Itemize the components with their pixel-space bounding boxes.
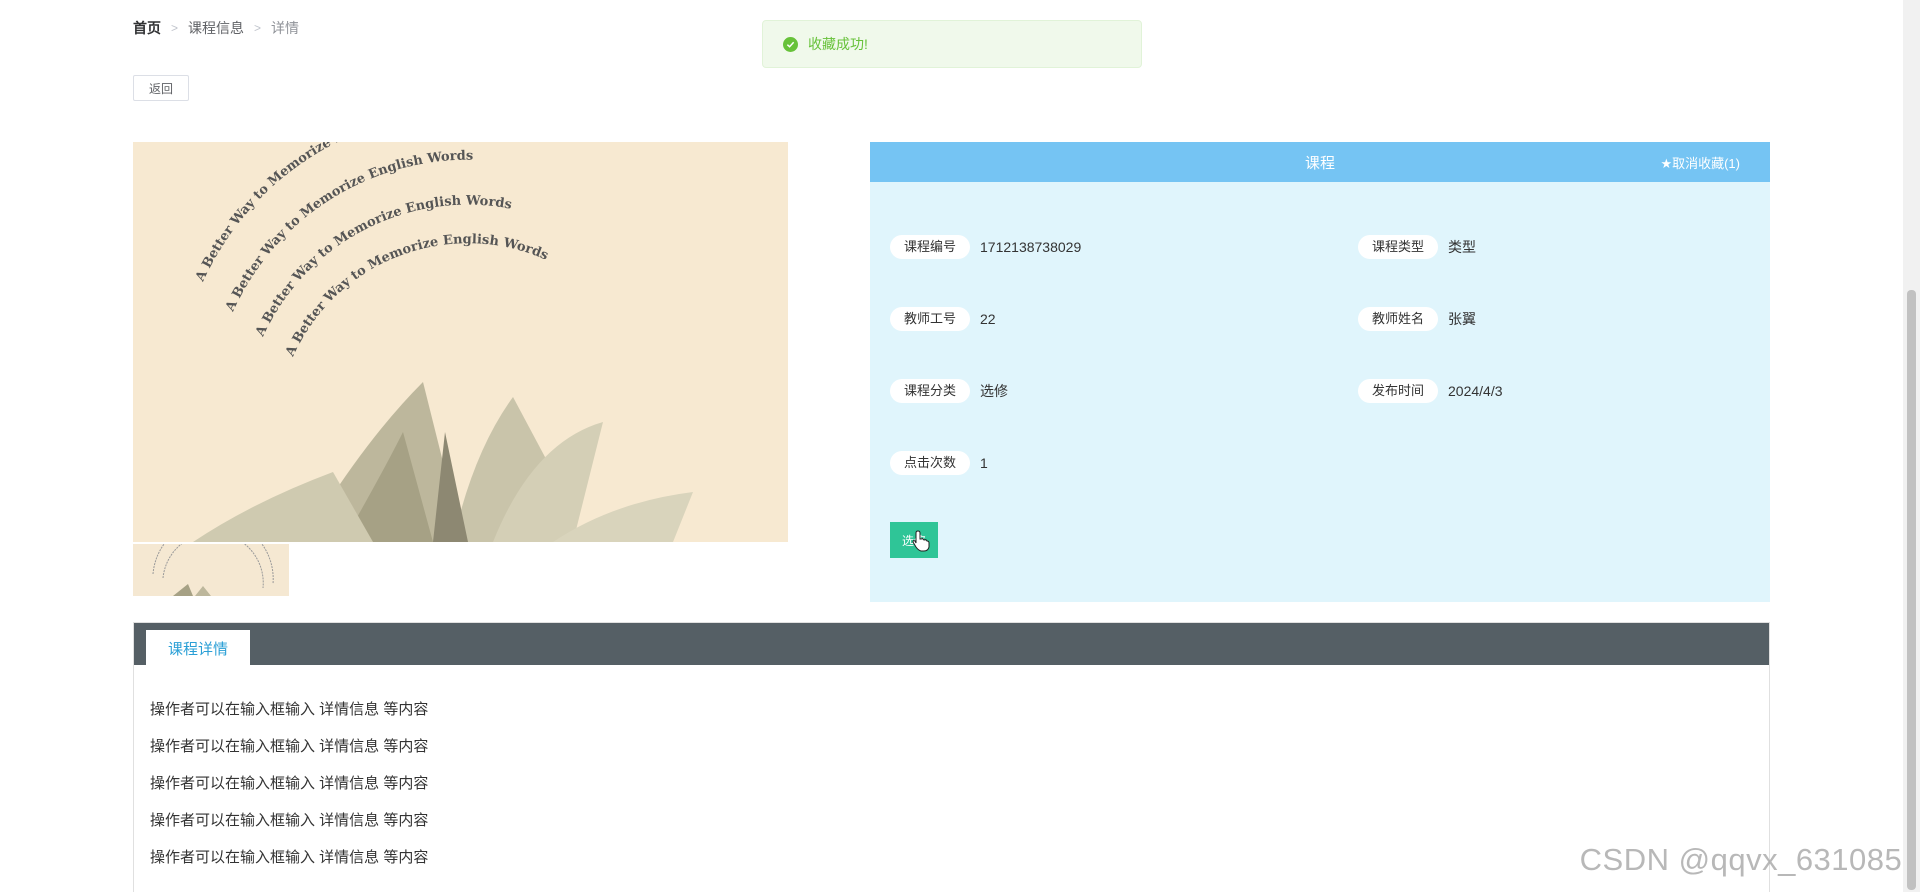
- breadcrumb-course-info[interactable]: 课程信息: [188, 18, 244, 38]
- field-label: 课程编号: [890, 235, 971, 259]
- hand-cursor-icon: [912, 530, 930, 552]
- field-label: 教师工号: [890, 307, 971, 331]
- field-clicks: 点击次数 1: [890, 451, 988, 475]
- tab-course-detail[interactable]: 课程详情: [146, 630, 250, 666]
- detail-line: 操作者可以在输入框输入 详情信息 等内容: [150, 849, 429, 866]
- page-scrollbar[interactable]: [1903, 0, 1920, 892]
- detail-line: 操作者可以在输入框输入 详情信息 等内容: [150, 775, 429, 792]
- field-label: 点击次数: [890, 451, 971, 475]
- back-button[interactable]: 返回: [133, 75, 189, 101]
- field-publish-time: 发布时间 2024/4/3: [1358, 379, 1503, 403]
- course-info-panel: 课程 ★取消收藏(1) 课程编号 1712138738029 课程类型 类型 教…: [870, 142, 1770, 602]
- toast-message: 收藏成功!: [808, 36, 868, 52]
- field-category: 课程分类 选修: [890, 379, 1008, 403]
- image-thumbnail[interactable]: [133, 544, 289, 596]
- course-detail-section: 课程详情 操作者可以在输入框输入 详情信息 等内容 操作者可以在输入框输入 详情…: [133, 622, 1770, 892]
- scrollbar-thumb[interactable]: [1907, 290, 1916, 890]
- breadcrumb-separator: >: [171, 21, 179, 35]
- detail-line: 操作者可以在输入框输入 详情信息 等内容: [150, 812, 429, 829]
- detail-line: 操作者可以在输入框输入 详情信息 等内容: [150, 738, 429, 755]
- unfavorite-button[interactable]: ★取消收藏(1): [1660, 142, 1740, 182]
- field-value: 类型: [1448, 239, 1477, 255]
- field-value: 1712138738029: [980, 239, 1082, 255]
- field-teacher-id: 教师工号 22: [890, 307, 996, 331]
- detail-line: 操作者可以在输入框输入 详情信息 等内容: [150, 701, 429, 718]
- check-circle-icon: [783, 36, 798, 52]
- breadcrumb-current: 详情: [271, 20, 300, 36]
- detail-tab-bar: 课程详情: [134, 623, 1769, 666]
- field-value: 选修: [980, 383, 1009, 399]
- panel-title: 课程: [1304, 154, 1335, 172]
- field-teacher-name: 教师姓名 张翼: [1358, 307, 1476, 331]
- breadcrumb-home[interactable]: 首页: [133, 18, 161, 38]
- field-value: 2024/4/3: [1448, 383, 1503, 399]
- field-label: 课程类型: [1358, 235, 1439, 259]
- field-value: 1: [980, 455, 988, 471]
- field-label: 课程分类: [890, 379, 971, 403]
- field-value: 22: [980, 311, 996, 327]
- field-label: 教师姓名: [1358, 307, 1439, 331]
- field-value: 张翼: [1448, 311, 1477, 327]
- field-course-type: 课程类型 类型: [1358, 235, 1476, 259]
- panel-header: 课程 ★取消收藏(1): [870, 142, 1770, 182]
- csdn-watermark: CSDN @qqvx_6310855: [1579, 842, 1920, 877]
- success-toast: 收藏成功!: [762, 20, 1142, 68]
- breadcrumb-separator: >: [254, 21, 262, 35]
- field-course-no: 课程编号 1712138738029: [890, 235, 1081, 259]
- course-cover-image: A Better Way to Memorize English Words A…: [133, 142, 788, 542]
- field-label: 发布时间: [1358, 379, 1439, 403]
- detail-content: 操作者可以在输入框输入 详情信息 等内容 操作者可以在输入框输入 详情信息 等内…: [134, 665, 1769, 876]
- breadcrumb: 首页 > 课程信息 > 详情: [133, 18, 299, 38]
